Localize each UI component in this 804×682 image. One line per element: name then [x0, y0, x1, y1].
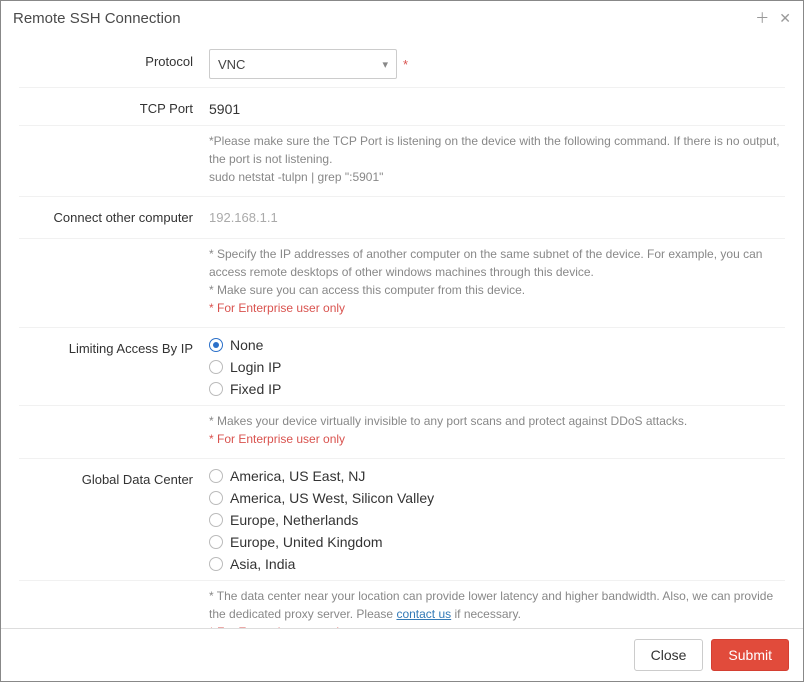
- help-line: * The data center near your location can…: [209, 587, 785, 623]
- help-connect-text: * Specify the IP addresses of another co…: [209, 245, 785, 317]
- limiting-option-label: Fixed IP: [230, 381, 281, 397]
- field-protocol: VNC ▾ *: [209, 49, 785, 79]
- tcp-port-value: 5901: [209, 96, 785, 117]
- label-connect-other: Connect other computer: [19, 205, 209, 225]
- help-line: sudo netstat -tulpn | grep ":5901": [209, 168, 785, 186]
- datacenter-option[interactable]: America, US West, Silicon Valley: [209, 490, 785, 506]
- help-tcp: *Please make sure the TCP Port is listen…: [19, 125, 785, 196]
- help-line: *Please make sure the TCP Port is listen…: [209, 132, 785, 168]
- help-enterprise: * For Enterprise user only: [209, 430, 785, 448]
- radio-icon: [209, 535, 223, 549]
- help-line: * Specify the IP addresses of another co…: [209, 245, 785, 281]
- datacenter-option[interactable]: Europe, Netherlands: [209, 512, 785, 528]
- radio-icon: [209, 513, 223, 527]
- datacenter-option[interactable]: America, US East, NJ: [209, 468, 785, 484]
- limiting-option[interactable]: Fixed IP: [209, 381, 785, 397]
- row-datacenter: Global Data Center America, US East, NJA…: [19, 458, 785, 580]
- dialog-title: Remote SSH Connection: [13, 10, 755, 27]
- label-tcp-port: TCP Port: [19, 96, 209, 116]
- field-tcp-port: 5901: [209, 96, 785, 117]
- limiting-radio-group: None Login IP Fixed IP: [209, 336, 785, 397]
- row-tcp-port: TCP Port 5901: [19, 87, 785, 125]
- radio-icon: [209, 382, 223, 396]
- row-protocol: Protocol VNC ▾ *: [19, 35, 785, 87]
- datacenter-option[interactable]: Asia, India: [209, 556, 785, 572]
- radio-icon: [209, 469, 223, 483]
- field-datacenter: America, US East, NJ America, US West, Si…: [209, 467, 785, 572]
- dialog: Remote SSH Connection ＋ ✕ Protocol VNC ▾…: [0, 0, 804, 682]
- chevron-down-icon: ▾: [382, 58, 388, 71]
- submit-button[interactable]: Submit: [711, 639, 789, 671]
- datacenter-option-label: America, US East, NJ: [230, 468, 365, 484]
- help-text-post: if necessary.: [451, 607, 521, 621]
- help-limiting: * Makes your device virtually invisible …: [19, 405, 785, 458]
- field-limiting: None Login IP Fixed IP: [209, 336, 785, 397]
- datacenter-option-label: Asia, India: [230, 556, 295, 572]
- header-icons: ＋ ✕: [755, 11, 791, 25]
- close-button[interactable]: Close: [634, 639, 704, 671]
- protocol-select-wrap: VNC ▾ *: [209, 49, 408, 79]
- label-datacenter: Global Data Center: [19, 467, 209, 487]
- help-enterprise: * For Enterprise user only: [209, 299, 785, 317]
- limiting-option-label: Login IP: [230, 359, 281, 375]
- radio-icon: [209, 360, 223, 374]
- help-datacenter-text: * The data center near your location can…: [209, 587, 785, 628]
- connect-other-input[interactable]: [209, 205, 785, 230]
- required-indicator: *: [403, 57, 408, 72]
- limiting-option[interactable]: None: [209, 337, 785, 353]
- dialog-body: Protocol VNC ▾ * TCP Port 5901: [1, 35, 803, 628]
- dialog-header: Remote SSH Connection ＋ ✕: [1, 1, 803, 35]
- datacenter-option[interactable]: Europe, United Kingdom: [209, 534, 785, 550]
- maximize-icon[interactable]: ＋: [755, 11, 769, 25]
- row-limiting: Limiting Access By IP None Login IP Fixed …: [19, 327, 785, 405]
- radio-icon: [209, 491, 223, 505]
- help-tcp-text: *Please make sure the TCP Port is listen…: [209, 132, 785, 186]
- radio-icon: [209, 338, 223, 352]
- help-connect: * Specify the IP addresses of another co…: [19, 238, 785, 327]
- field-connect-other: [209, 205, 785, 230]
- datacenter-option-label: Europe, Netherlands: [230, 512, 358, 528]
- protocol-select[interactable]: VNC ▾: [209, 49, 397, 79]
- label-limiting: Limiting Access By IP: [19, 336, 209, 356]
- help-line: * Make sure you can access this computer…: [209, 281, 785, 299]
- contact-us-link[interactable]: contact us: [396, 607, 451, 621]
- close-icon[interactable]: ✕: [779, 11, 791, 25]
- datacenter-radio-group: America, US East, NJ America, US West, Si…: [209, 467, 785, 572]
- radio-icon: [209, 557, 223, 571]
- limiting-option[interactable]: Login IP: [209, 359, 785, 375]
- help-datacenter: * The data center near your location can…: [19, 580, 785, 628]
- dialog-footer: Close Submit: [1, 628, 803, 681]
- row-connect-other: Connect other computer: [19, 196, 785, 238]
- label-protocol: Protocol: [19, 49, 209, 69]
- protocol-value: VNC: [218, 57, 382, 72]
- help-line: * Makes your device virtually invisible …: [209, 412, 785, 430]
- datacenter-option-label: Europe, United Kingdom: [230, 534, 383, 550]
- limiting-option-label: None: [230, 337, 263, 353]
- datacenter-option-label: America, US West, Silicon Valley: [230, 490, 434, 506]
- help-limiting-text: * Makes your device virtually invisible …: [209, 412, 785, 448]
